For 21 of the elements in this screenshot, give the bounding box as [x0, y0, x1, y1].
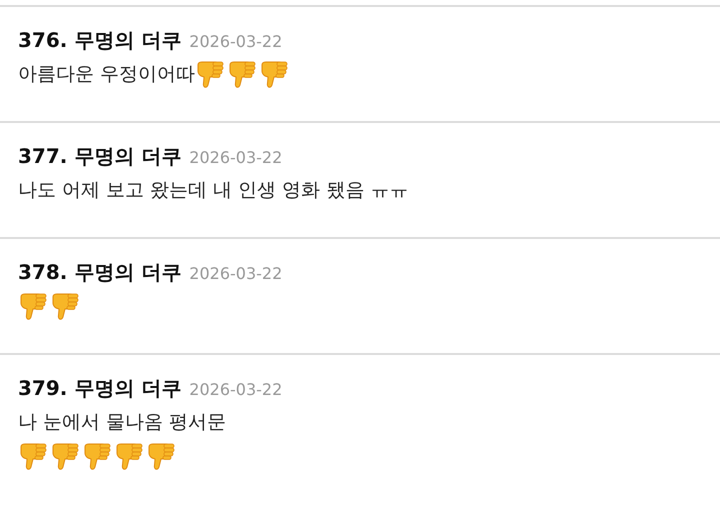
thumbs-down-icon [18, 441, 48, 471]
comment-text: 아름다운 우정이어따 [18, 62, 196, 87]
thumbs-down-icon [114, 441, 144, 471]
thumbs-down-icon [146, 441, 176, 471]
thumbs-down-icon [50, 291, 80, 321]
comment-author: 376. 무명의 더쿠 [18, 27, 182, 54]
comment-text: 나도 어제 보고 왔는데 내 인생 영화 됐음 ㅠㅠ [18, 178, 408, 203]
comment-date: 2026-03-22 [189, 148, 282, 167]
comment-text: 나 눈에서 물나옴 평서문 [18, 410, 226, 435]
comment-author: 379. 무명의 더쿠 [18, 375, 182, 402]
thumbs-down-icon [82, 441, 112, 471]
comment-date: 2026-03-22 [189, 380, 282, 399]
thumbs-down-icon [227, 59, 258, 89]
comment-author: 377. 무명의 더쿠 [18, 143, 182, 170]
comment-author: 378. 무명의 더쿠 [18, 259, 182, 286]
thumbs-down-icon [259, 59, 290, 89]
thumbs-down-icon [18, 291, 48, 321]
thumbs-down-icon [50, 441, 80, 471]
comment-date: 2026-03-22 [189, 264, 282, 283]
comment-date: 2026-03-22 [189, 32, 282, 51]
thumbs-down-icon [195, 59, 226, 89]
